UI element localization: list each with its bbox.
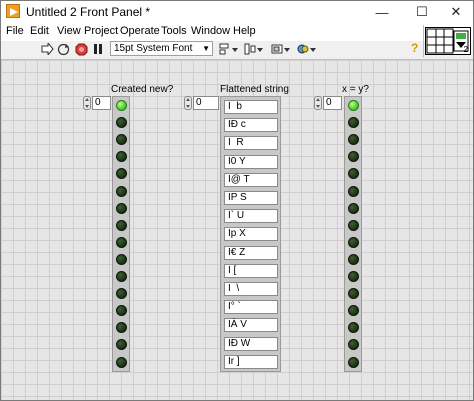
string-element[interactable]: I R	[224, 136, 278, 151]
index-value[interactable]: 0	[323, 96, 342, 110]
string-element[interactable]: IP S	[224, 191, 278, 205]
led-indicator	[348, 271, 359, 282]
led-indicator	[348, 219, 359, 231]
string-element[interactable]: I0 Y	[224, 154, 278, 169]
vi-icon-number: 2	[463, 45, 468, 54]
string-element[interactable]: I€ Z	[224, 245, 278, 260]
string-element[interactable]: IÀ V	[224, 318, 278, 333]
title-bar: Untitled 2 Front Panel * — ☐ ✕	[1, 1, 473, 23]
led-indicator	[348, 117, 359, 129]
string-element[interactable]: I@ T	[224, 172, 278, 187]
menu-edit[interactable]: Edit	[30, 25, 49, 37]
menu-project[interactable]: Project	[84, 25, 118, 37]
pause-icon[interactable]	[91, 42, 105, 56]
led-indicator	[348, 202, 359, 214]
labview-icon	[6, 4, 20, 18]
string-element[interactable]: IÐ c	[224, 118, 278, 133]
string-element[interactable]: Ip X	[224, 227, 278, 242]
array-created-new	[112, 96, 130, 372]
menu-window[interactable]: Window	[191, 25, 230, 37]
led-indicator	[116, 100, 127, 111]
led-indicator	[348, 253, 359, 265]
front-panel-window: Untitled 2 Front Panel * — ☐ ✕ File Edit…	[0, 0, 474, 401]
distribute-objects-icon[interactable]	[244, 42, 264, 56]
led-indicator	[116, 134, 127, 146]
led-indicator	[116, 339, 127, 351]
led-indicator	[116, 219, 127, 231]
abort-icon[interactable]	[74, 42, 88, 56]
string-element[interactable]: Ir ]	[224, 354, 278, 369]
toolbar: 15pt System Font ▼ ?	[1, 41, 473, 57]
led-indicator	[348, 236, 359, 248]
led-indicator	[348, 134, 359, 146]
array-label-created-new: Created new?	[111, 84, 174, 95]
index-value[interactable]: 0	[193, 96, 219, 110]
run-continuously-icon[interactable]	[56, 42, 70, 56]
maximize-button[interactable]: ☐	[405, 1, 439, 23]
led-indicator	[116, 185, 127, 197]
led-indicator	[116, 236, 127, 248]
menu-bar: File Edit View Project Operate Tools Win…	[1, 23, 473, 41]
string-element[interactable]: I b	[224, 100, 278, 114]
led-indicator	[348, 322, 359, 334]
array-label-flattened-string: Flattened string	[220, 84, 289, 95]
led-indicator	[116, 322, 127, 334]
align-objects-icon[interactable]	[219, 42, 239, 56]
minimize-button[interactable]: —	[365, 1, 399, 23]
vi-icon[interactable]: 2	[425, 27, 471, 55]
chevron-down-icon: ▼	[202, 44, 210, 53]
led-indicator	[116, 202, 127, 214]
string-element[interactable]: I` U	[224, 209, 278, 224]
close-button[interactable]: ✕	[439, 1, 473, 23]
resize-objects-icon[interactable]	[271, 42, 291, 56]
front-panel-canvas: Created new? 0 Flattened string 0 I b IÐ …	[1, 59, 473, 400]
led-indicator	[116, 271, 127, 282]
led-indicator	[348, 185, 359, 197]
led-indicator	[348, 339, 359, 351]
index-value[interactable]: 0	[92, 96, 111, 110]
string-element[interactable]: I [	[224, 263, 278, 278]
led-indicator	[348, 151, 359, 163]
menu-operate[interactable]: Operate	[120, 25, 160, 37]
led-indicator	[348, 305, 359, 317]
led-indicator	[348, 356, 359, 368]
index-spinner[interactable]	[83, 96, 91, 110]
string-element[interactable]: I° `	[224, 300, 278, 315]
menu-file[interactable]: File	[6, 25, 24, 37]
index-spinner[interactable]	[314, 96, 322, 110]
menu-view[interactable]: View	[57, 25, 81, 37]
string-element[interactable]: I \	[224, 282, 278, 296]
led-indicator	[116, 151, 127, 163]
led-indicator	[116, 356, 127, 368]
menu-help[interactable]: Help	[233, 25, 256, 37]
font-dropdown[interactable]: 15pt System Font ▼	[110, 41, 213, 56]
led-indicator	[116, 168, 127, 180]
menu-tools[interactable]: Tools	[161, 25, 187, 37]
help-icon[interactable]: ?	[411, 41, 418, 55]
array-flattened-string: I b IÐ c I R I0 Y I@ T IP S I` U Ip X I€ Z I [ I \…	[220, 96, 281, 372]
array-x-eq-y	[344, 96, 362, 372]
led-indicator	[116, 117, 127, 129]
reorder-icon[interactable]	[297, 42, 317, 56]
led-indicator	[116, 253, 127, 265]
toolbar-divider	[423, 25, 424, 57]
font-dropdown-value: 15pt System Font	[114, 43, 193, 54]
string-element[interactable]: IÐ W	[224, 336, 278, 351]
led-indicator	[348, 168, 359, 180]
led-indicator	[348, 288, 359, 300]
led-indicator	[116, 305, 127, 317]
led-indicator	[116, 288, 127, 300]
run-arrow-icon[interactable]	[40, 42, 54, 56]
window-title: Untitled 2 Front Panel *	[26, 5, 151, 19]
index-spinner[interactable]	[184, 96, 192, 110]
led-indicator	[348, 100, 359, 111]
array-label-x-eq-y: x = y?	[342, 84, 369, 95]
